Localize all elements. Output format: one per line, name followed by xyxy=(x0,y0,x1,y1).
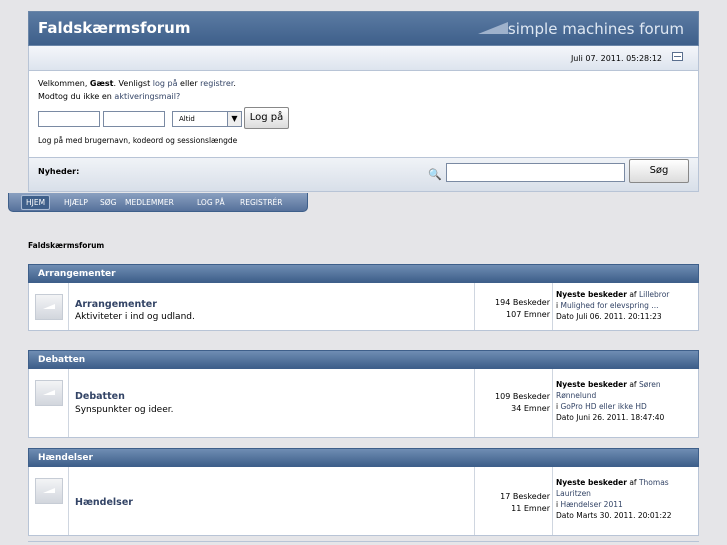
news-label: Nyheder: xyxy=(38,167,80,176)
post-count: 194 Beskeder xyxy=(495,298,550,307)
activation-text: Modtog du ikke en aktiveringsmail? xyxy=(38,92,180,101)
board-name[interactable]: Arrangementer xyxy=(75,299,157,310)
last-post-topic[interactable]: Hændelser 2011 xyxy=(560,500,622,509)
welcome-or: eller xyxy=(177,79,201,88)
menu-item-help[interactable]: HJÆLP xyxy=(64,198,88,207)
news-bar: Nyheder: 🔍 Søg xyxy=(28,158,699,192)
category-header[interactable]: Arrangementer xyxy=(28,264,699,283)
register-link[interactable]: registrer xyxy=(200,79,233,88)
board-icon xyxy=(35,294,63,320)
board-icon xyxy=(35,478,63,504)
welcome-text: Velkommen, Gæst. Venligst log på eller r… xyxy=(38,79,236,88)
board-row: Arrangementer Aktiviteter i ind og udlan… xyxy=(28,283,699,331)
board-name[interactable]: Debatten xyxy=(75,391,125,402)
session-length-select[interactable]: Altid ▼ xyxy=(172,111,242,127)
activation-prefix: Modtog du ikke en xyxy=(38,92,115,101)
activation-link[interactable]: aktiveringsmail? xyxy=(114,92,180,101)
divider xyxy=(474,283,475,330)
divider xyxy=(552,369,553,437)
search-input[interactable] xyxy=(446,163,625,182)
welcome-mid: . Venligst xyxy=(113,79,153,88)
post-count: 17 Beskeder xyxy=(500,492,550,501)
board-stats: 17 Beskeder 11 Emner xyxy=(478,491,550,515)
menu-item-home[interactable]: HJEM xyxy=(21,195,51,210)
topic-count: 34 Emner xyxy=(511,404,550,413)
last-post-date: Dato Marts 30. 2011. 20:01:22 xyxy=(556,511,672,520)
last-post-author[interactable]: Lillebror xyxy=(639,290,669,299)
board-name[interactable]: Hændelser xyxy=(75,497,133,508)
topic-count: 11 Emner xyxy=(511,504,550,513)
welcome-prefix: Velkommen, xyxy=(38,79,90,88)
last-post-topic[interactable]: GoPro HD eller ikke HD xyxy=(560,402,646,411)
divider xyxy=(68,369,69,437)
last-post-date: Dato Juni 26. 2011. 18:47:40 xyxy=(556,413,665,422)
category-header[interactable]: Debatten xyxy=(28,350,699,369)
last-post-label: Nyeste beskeder xyxy=(556,290,627,299)
session-length-value: Altid xyxy=(179,115,195,123)
last-post-by: af xyxy=(626,290,639,299)
category-header[interactable]: Hændelser xyxy=(28,448,699,467)
menu-item-search[interactable]: SØG xyxy=(100,198,116,207)
post-count: 109 Beskeder xyxy=(495,392,550,401)
last-post-label: Nyeste beskeder xyxy=(556,380,627,389)
date-bar: Juli 07. 2011. 05:28:12 xyxy=(28,46,699,71)
board-description: Aktiviteter i ind og udland. xyxy=(75,312,195,322)
forum-title[interactable]: Faldskærmsforum xyxy=(38,19,190,37)
divider xyxy=(474,369,475,437)
login-link[interactable]: log på xyxy=(153,79,178,88)
forum-header: Faldskærmsforum simple machines forum Ju… xyxy=(28,11,699,192)
divider xyxy=(552,283,553,330)
topic-count: 107 Emner xyxy=(506,310,550,319)
divider xyxy=(68,283,69,330)
username-input[interactable] xyxy=(38,111,100,127)
smf-logo-icon xyxy=(478,22,508,34)
menu-item-register[interactable]: REGISTRÉR xyxy=(240,198,282,207)
board-row: Debatten Synspunkter og ideer. 109 Beske… xyxy=(28,369,699,438)
last-post: Nyeste beskeder af Lillebror i Mulighed … xyxy=(556,289,686,322)
breadcrumb[interactable]: Faldskærmsforum xyxy=(28,241,104,250)
last-post-label: Nyeste beskeder xyxy=(556,478,627,487)
menu-item-members[interactable]: MEDLEMMER xyxy=(125,198,174,207)
last-post-topic[interactable]: Mulighed for elevspring ... xyxy=(560,301,658,310)
divider xyxy=(474,467,475,535)
board-stats: 194 Beskeder 107 Emner xyxy=(478,297,550,321)
login-button[interactable]: Log på xyxy=(244,107,289,129)
menu-item-login[interactable]: LOG PÅ xyxy=(197,198,225,207)
collapse-icon[interactable] xyxy=(672,52,683,61)
user-panel: Velkommen, Gæst. Venligst log på eller r… xyxy=(28,71,699,158)
guest-label: Gæst xyxy=(89,79,114,88)
last-post: Nyeste beskeder af Thomas Lauritzen i Hæ… xyxy=(556,477,686,521)
divider xyxy=(552,467,553,535)
welcome-end: . xyxy=(233,79,236,88)
current-datetime: Juli 07. 2011. 05:28:12 xyxy=(570,54,662,63)
password-input[interactable] xyxy=(103,111,165,127)
smf-logo-text: simple machines forum xyxy=(507,20,684,38)
main-menu: HJEM HJÆLP SØG MEDLEMMER LOG PÅ REGISTRÉ… xyxy=(8,193,308,212)
divider xyxy=(68,467,69,535)
last-post-date: Dato Juli 06. 2011. 20:11:23 xyxy=(556,312,662,321)
divider xyxy=(28,541,699,542)
login-hint: Log på med brugernavn, kodeord og sessio… xyxy=(38,136,238,145)
board-row: Hændelser 17 Beskeder 11 Emner Nyeste be… xyxy=(28,467,699,536)
header-bar: Faldskærmsforum simple machines forum xyxy=(28,11,699,46)
last-post: Nyeste beskeder af Søren Rønnelund i GoP… xyxy=(556,379,686,423)
board-stats: 109 Beskeder 34 Emner xyxy=(478,391,550,415)
board-description: Synspunkter og ideer. xyxy=(75,405,174,415)
board-icon xyxy=(35,380,63,406)
chevron-down-icon[interactable]: ▼ xyxy=(227,112,241,126)
search-button[interactable]: Søg xyxy=(629,159,689,183)
search-icon: 🔍 xyxy=(428,168,442,181)
last-post-by: af xyxy=(626,380,639,389)
last-post-by: af xyxy=(626,478,639,487)
